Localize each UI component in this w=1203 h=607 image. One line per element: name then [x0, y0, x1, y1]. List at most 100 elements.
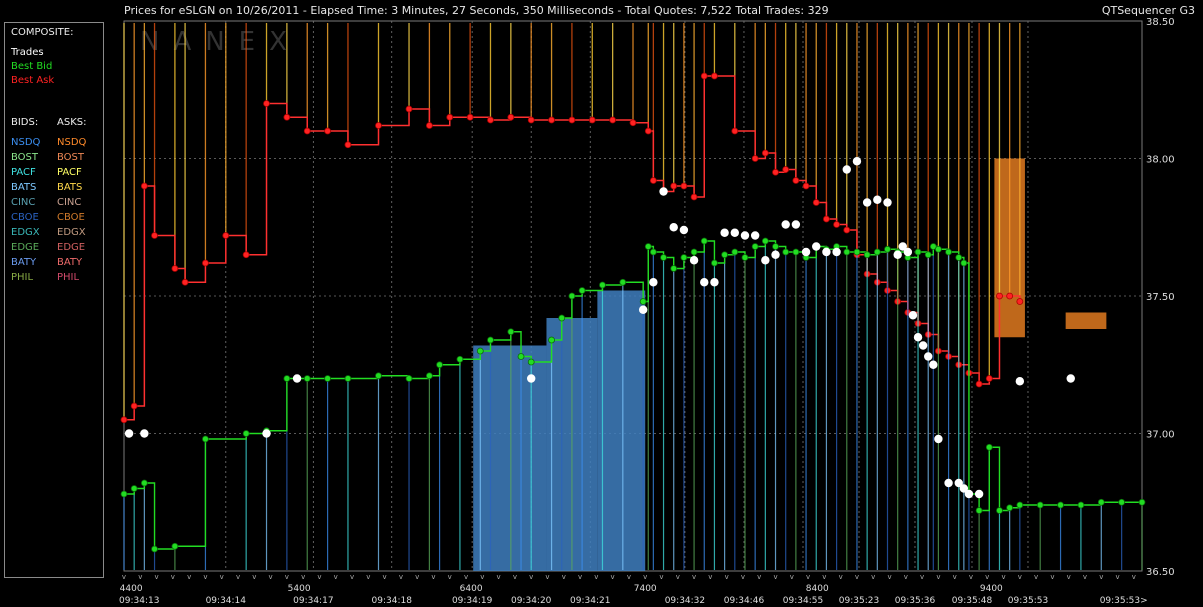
x-tick-marker: v — [871, 573, 875, 581]
best-ask-point — [242, 251, 250, 259]
best-bid-point — [792, 248, 800, 256]
trade-point — [771, 250, 780, 259]
trade-point — [710, 278, 719, 287]
trade-point — [679, 225, 689, 235]
y-tick-label: 37.00 — [1146, 430, 1175, 441]
best-bid-point — [731, 248, 739, 256]
best-bid-point — [935, 245, 942, 253]
best-bid-point — [660, 254, 667, 261]
x-tick-marker: v — [350, 573, 354, 581]
best-bid-point — [405, 375, 413, 382]
x-tick-marker: v — [1001, 573, 1005, 581]
best-ask-point — [1006, 292, 1014, 300]
trade-point — [791, 220, 801, 229]
trade-point — [740, 231, 750, 240]
best-bid-point — [1118, 498, 1126, 506]
x-tick-marker: v — [1132, 573, 1136, 581]
best-ask-point — [375, 122, 382, 129]
best-ask-point — [130, 402, 138, 410]
best-bid-point — [548, 336, 555, 344]
time-tick-label: 09:34:18 — [372, 596, 413, 606]
trade-point — [812, 242, 821, 251]
trade-point — [918, 341, 928, 350]
volume-tick-label: 8400 — [806, 584, 829, 594]
best-bid-point — [884, 245, 891, 253]
x-tick-marker: v — [676, 573, 680, 581]
trade-point — [964, 489, 974, 499]
best-bid-point — [761, 237, 769, 245]
x-tick-marker: v — [545, 573, 549, 581]
x-tick-marker: v — [659, 573, 663, 581]
best-bid-point — [1016, 501, 1024, 509]
best-ask-point — [568, 116, 576, 124]
trade-point — [689, 256, 699, 265]
best-ask-point — [670, 182, 678, 190]
best-bid-point — [151, 545, 158, 553]
best-ask-point — [823, 215, 830, 223]
time-tick-label: 09:35:23 — [839, 596, 879, 606]
x-tick-marker: v — [920, 573, 924, 581]
time-tick-label: 09:34:19 — [452, 596, 493, 606]
x-tick-marker: v — [497, 573, 501, 581]
x-tick-marker: v — [448, 573, 452, 581]
trade-point — [832, 247, 841, 257]
x-tick-marker: v — [611, 573, 615, 581]
x-axis: 09:34:13 09:34:14 09:34:17 09:34:18 09:34:19… — [119, 573, 1148, 606]
y-tick-label: 36.50 — [1146, 567, 1175, 578]
best-ask-point — [609, 116, 617, 124]
x-tick-marker: v — [1034, 573, 1038, 581]
x-tick-marker: v — [236, 573, 240, 581]
x-tick-marker: v — [480, 573, 484, 581]
x-tick-marker: v — [334, 573, 338, 581]
x-tick-marker: v — [839, 573, 843, 581]
x-tick-marker: v — [366, 573, 370, 581]
trade-point — [862, 198, 872, 207]
x-tick-marker: v — [1050, 573, 1054, 581]
best-bid-point — [670, 265, 678, 272]
ask-fill-block — [1065, 312, 1107, 329]
trade-point — [659, 187, 668, 196]
trade-point — [124, 429, 134, 438]
best-ask-point — [487, 116, 494, 124]
volume-tick-label: 6400 — [460, 584, 483, 594]
trade-point — [140, 429, 149, 438]
best-bid-point — [772, 243, 779, 250]
trade-point — [822, 247, 831, 257]
time-tick-label: 09:34:13 — [119, 596, 159, 606]
time-tick-label: 09:34:20 — [511, 596, 552, 606]
x-tick-marker: v — [806, 573, 810, 581]
best-ask-point — [833, 221, 840, 228]
y-tick-label: 38.00 — [1146, 155, 1175, 166]
best-bid-point — [578, 287, 586, 294]
x-tick-marker: v — [1018, 573, 1022, 581]
volume-tick-label: 9400 — [980, 584, 1003, 594]
best-bid-point — [527, 358, 535, 366]
best-bid-point — [782, 248, 790, 256]
time-tick-label: 09:34:21 — [570, 596, 610, 606]
best-ask-point — [731, 127, 739, 135]
x-tick-marker: v — [529, 573, 533, 581]
best-ask-point — [761, 149, 769, 157]
x-tick-marker: v — [855, 573, 859, 581]
best-ask-point — [629, 119, 637, 127]
best-ask-point — [548, 116, 555, 124]
best-bid-point — [639, 298, 647, 305]
trade-point — [638, 305, 648, 314]
x-tick-marker: v — [822, 573, 826, 581]
trade-point — [1015, 377, 1025, 386]
best-bid-point — [558, 314, 566, 322]
best-bid-point — [619, 278, 627, 286]
best-bid-point — [924, 251, 932, 259]
best-bid-point — [853, 248, 861, 256]
best-ask-point — [588, 116, 596, 124]
trade-point — [781, 220, 790, 229]
trade-point — [944, 478, 953, 488]
x-tick-marker: v — [464, 573, 468, 581]
best-bid-point — [1138, 498, 1146, 506]
best-bid-point — [130, 485, 138, 492]
trade-point — [649, 278, 658, 287]
trade-point — [924, 352, 933, 361]
best-ask-point — [324, 127, 332, 135]
best-ask-point — [751, 155, 759, 162]
volume-tick-label: 4400 — [120, 584, 143, 594]
